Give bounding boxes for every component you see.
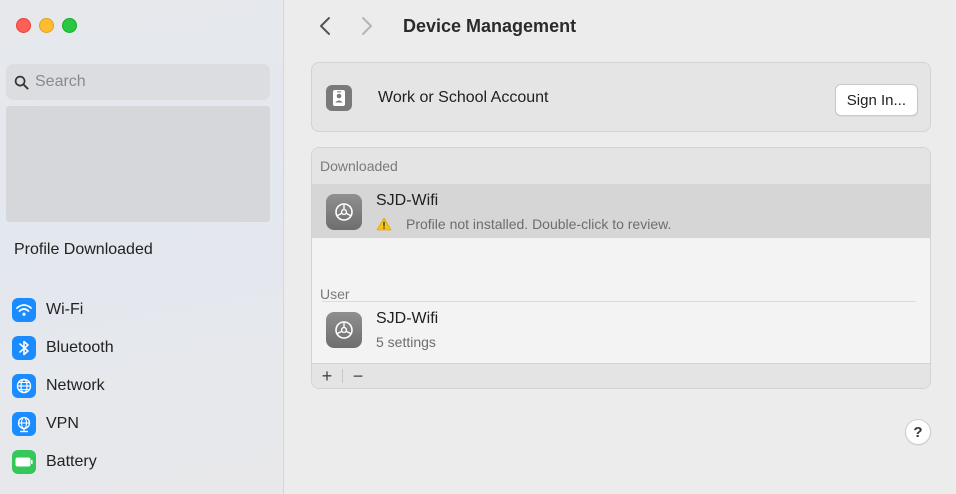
sign-in-button[interactable]: Sign In... [834,84,918,116]
account-profile-area[interactable] [6,106,270,222]
profile-name: SJD-Wifi [376,310,439,327]
toolbar: Device Management [313,12,576,40]
search-placeholder: Search [35,73,86,90]
window-controls [16,18,77,33]
back-button[interactable] [313,12,337,40]
sidebar-item-bluetooth[interactable]: Bluetooth [12,329,114,367]
main-content: Device Management Work or School Account… [285,0,956,494]
section-header-downloaded: Downloaded [312,148,930,184]
help-button[interactable]: ? [905,419,931,445]
battery-icon [12,450,36,474]
profile-status: 5 settings [376,334,436,350]
gear-icon [326,312,362,348]
warning-icon [376,217,392,231]
sidebar-item-label: Network [46,377,105,394]
profile-row-user[interactable]: SJD-Wifi 5 settings [312,302,930,356]
bluetooth-icon [12,336,36,360]
globe-icon [12,374,36,398]
minimize-window-button[interactable] [39,18,54,33]
gear-icon [326,194,362,230]
sidebar-item-battery[interactable]: Battery [12,443,114,481]
page-title: Device Management [403,15,577,36]
vpn-globe-icon [12,412,36,436]
id-badge-icon [326,85,352,111]
add-profile-button[interactable]: + [312,365,342,387]
search-icon [14,75,29,90]
sidebar-item-label: Wi-Fi [46,301,84,318]
sidebar: Search Profile Downloaded Wi-Fi Bluetoot… [0,0,284,494]
work-school-account-row: Work or School Account Sign In... [311,62,931,132]
profile-name: SJD-Wifi [376,192,439,209]
sidebar-nav: Wi-Fi Bluetooth Network VPN Battery [12,291,114,481]
sidebar-item-label: VPN [46,415,79,432]
forward-button[interactable] [355,12,379,40]
sidebar-item-label: Battery [46,453,97,470]
sidebar-item-wifi[interactable]: Wi-Fi [12,291,114,329]
zoom-window-button[interactable] [62,18,77,33]
profile-status-text: Profile not installed. Double-click to r… [406,216,672,232]
list-toolbar: + − [312,363,930,388]
sidebar-item-profile-downloaded[interactable]: Profile Downloaded [14,241,153,259]
profile-row-downloaded[interactable]: SJD-Wifi Profile not installed. Double-c… [312,184,930,238]
sidebar-item-label: Bluetooth [46,339,114,356]
sidebar-item-vpn[interactable]: VPN [12,405,114,443]
wifi-icon [12,298,36,322]
search-input[interactable]: Search [6,64,270,100]
remove-profile-button[interactable]: − [343,365,373,387]
profiles-list: Downloaded SJD-Wifi Profile not installe… [311,147,931,389]
sidebar-item-network[interactable]: Network [12,367,114,405]
chevron-left-icon [320,17,330,35]
profile-status: Profile not installed. Double-click to r… [376,216,671,232]
account-label: Work or School Account [378,89,549,106]
close-window-button[interactable] [16,18,31,33]
chevron-right-icon [362,17,372,35]
